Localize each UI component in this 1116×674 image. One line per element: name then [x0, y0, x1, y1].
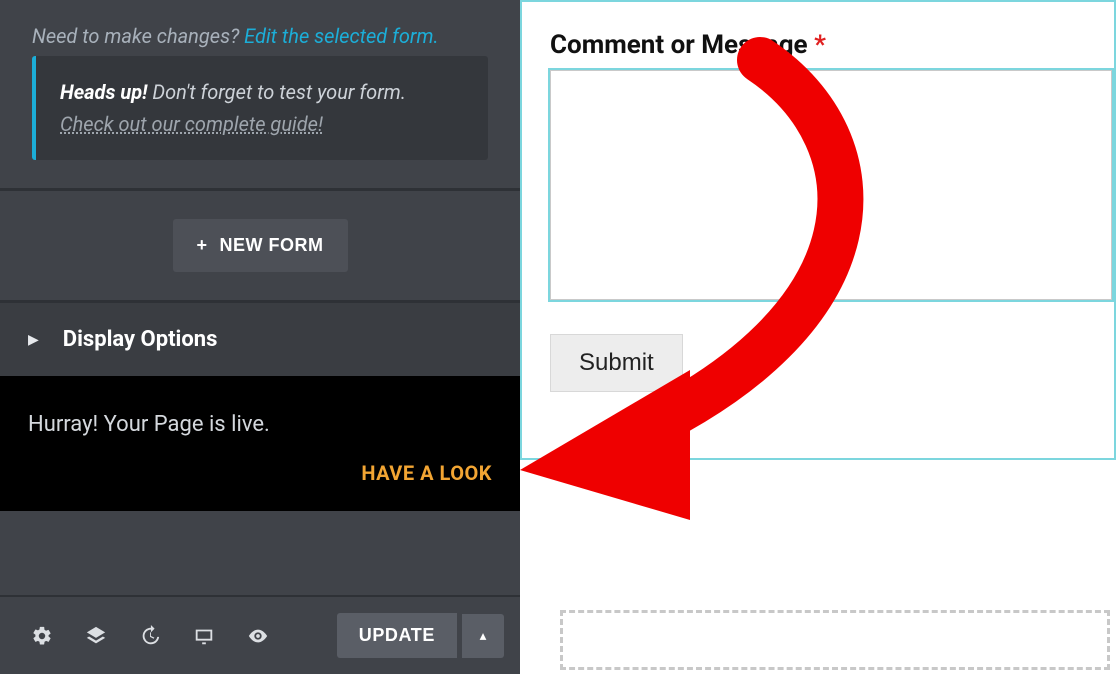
edit-form-link[interactable]: Edit the selected form. [244, 24, 438, 48]
responsive-icon[interactable] [178, 615, 230, 657]
field-label-text: Comment or Message [550, 30, 814, 60]
heads-up-body: Don't forget to test your form. [152, 80, 406, 104]
display-options-toggle[interactable]: ▶ Display Options [0, 303, 520, 376]
bottom-toolbar: UPDATE ▴ [0, 595, 520, 674]
drop-zone-placeholder[interactable] [560, 610, 1110, 670]
plus-icon: + [197, 235, 208, 256]
publish-notification: Hurray! Your Page is live. HAVE A LOOK [0, 376, 520, 511]
heads-up-label: Heads up! [60, 80, 147, 104]
preview-icon[interactable] [232, 615, 284, 657]
display-options-label: Display Options [63, 327, 218, 352]
comment-textarea[interactable] [550, 70, 1112, 300]
edit-notice-text: Need to make changes? [32, 24, 244, 48]
submit-button[interactable]: Submit [550, 334, 683, 392]
notification-message: Hurray! Your Page is live. [28, 412, 492, 437]
heads-up-callout: Heads up! Don't forget to test your form… [32, 56, 488, 160]
layers-icon[interactable] [70, 615, 122, 657]
guide-link[interactable]: Check out our complete guide! [60, 112, 323, 136]
required-asterisk: * [814, 30, 826, 60]
editor-sidebar: Need to make changes? Edit the selected … [0, 0, 520, 674]
triangle-right-icon: ▶ [28, 332, 39, 348]
history-icon[interactable] [124, 615, 176, 657]
have-a-look-link[interactable]: HAVE A LOOK [361, 461, 492, 485]
update-button[interactable]: UPDATE [337, 613, 457, 658]
update-options-button[interactable]: ▴ [462, 614, 504, 658]
new-form-label: NEW FORM [220, 235, 324, 256]
settings-icon[interactable] [16, 615, 68, 657]
new-form-button[interactable]: + NEW FORM [173, 219, 348, 272]
edit-notice: Need to make changes? Edit the selected … [0, 0, 520, 56]
field-label: Comment or Message * [550, 0, 1116, 60]
form-preview: Comment or Message * Submit [520, 0, 1116, 674]
caret-up-icon: ▴ [480, 628, 487, 644]
